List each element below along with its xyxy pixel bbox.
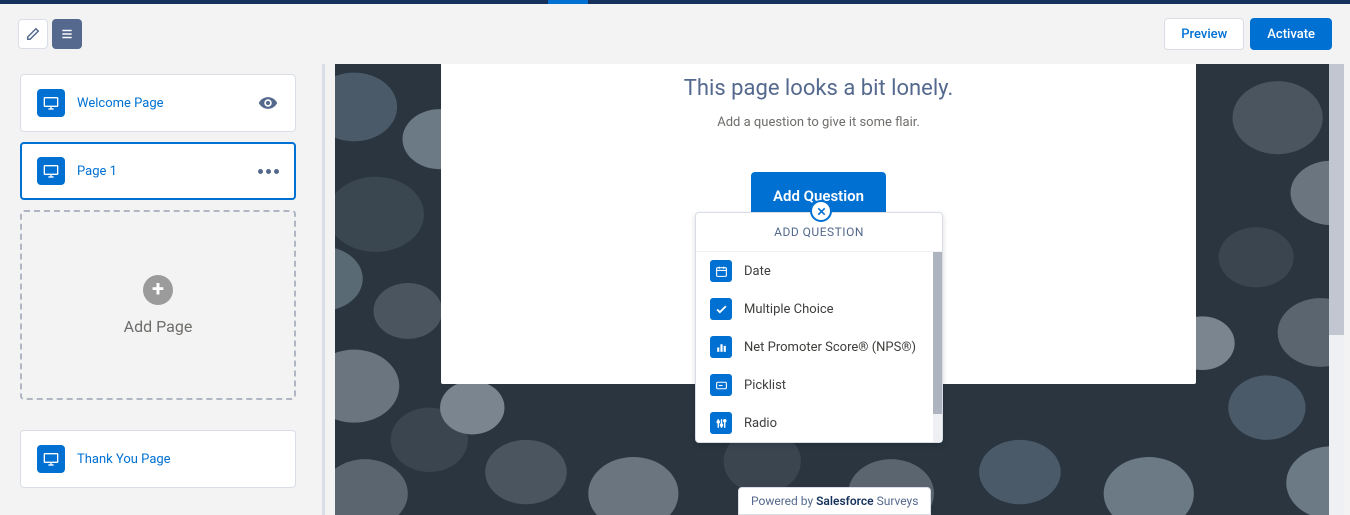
page-label: Page 1 <box>77 164 246 179</box>
popup-body: Date Multiple Choice Net Promoter Score®… <box>696 252 942 442</box>
question-type-label: Multiple Choice <box>744 302 834 317</box>
page-card-page1[interactable]: Page 1 <box>20 142 296 200</box>
page-label: Welcome Page <box>77 96 245 111</box>
question-type-date[interactable]: Date <box>696 252 942 290</box>
question-type-label: Net Promoter Score® (NPS®) <box>744 340 916 355</box>
preview-button[interactable]: Preview <box>1164 18 1244 50</box>
empty-state-title: This page looks a bit lonely. <box>684 76 954 101</box>
page-card-thankyou[interactable]: Thank You Page <box>20 430 296 488</box>
question-type-picklist[interactable]: Picklist <box>696 366 942 404</box>
add-page-label: Add Page <box>124 317 193 336</box>
date-icon <box>710 260 732 282</box>
activate-button[interactable]: Activate <box>1250 18 1332 50</box>
monitor-icon <box>37 89 65 117</box>
main-area: Welcome Page Page 1 + Add Page Thank You… <box>0 64 1350 515</box>
question-type-label: Date <box>744 264 771 279</box>
powered-by-badge: Powered by Salesforce Surveys <box>738 487 931 515</box>
question-type-label: Radio <box>744 416 777 431</box>
view-mode-toggle <box>18 19 82 49</box>
visibility-icon[interactable] <box>257 92 279 114</box>
plus-icon: + <box>143 275 173 305</box>
pencil-icon <box>26 27 40 41</box>
monitor-icon <box>37 445 65 473</box>
canvas-scrollbar[interactable] <box>1329 64 1344 515</box>
monitor-icon <box>37 157 65 185</box>
add-question-popup: ADD QUESTION Date Multiple Choice <box>695 212 943 443</box>
canvas: This page looks a bit lonely. Add a ques… <box>335 64 1329 515</box>
question-type-radio[interactable]: Radio <box>696 404 942 442</box>
edit-mode-button[interactable] <box>18 19 48 49</box>
list-icon <box>60 27 74 41</box>
question-type-label: Picklist <box>744 378 786 393</box>
page-sidebar: Welcome Page Page 1 + Add Page Thank You… <box>0 64 310 515</box>
top-bar-accent <box>548 0 588 4</box>
popup-scrollbar[interactable] <box>933 252 942 442</box>
list-mode-button[interactable] <box>52 19 82 49</box>
more-actions-icon[interactable] <box>258 169 279 174</box>
question-type-multiple-choice[interactable]: Multiple Choice <box>696 290 942 328</box>
header-toolbar: Preview Activate <box>0 4 1350 64</box>
page-label: Thank You Page <box>77 452 279 467</box>
sliders-icon <box>710 412 732 434</box>
close-icon <box>816 206 827 217</box>
bar-chart-icon <box>710 336 732 358</box>
add-page-button[interactable]: + Add Page <box>20 210 296 400</box>
check-icon <box>710 298 732 320</box>
empty-state-subtitle: Add a question to give it some flair. <box>717 115 920 130</box>
canvas-container: This page looks a bit lonely. Add a ques… <box>322 64 1344 515</box>
popup-close-button[interactable] <box>810 200 832 222</box>
page-card-welcome[interactable]: Welcome Page <box>20 74 296 132</box>
picklist-icon <box>710 374 732 396</box>
top-bar <box>0 0 1350 4</box>
question-type-nps[interactable]: Net Promoter Score® (NPS®) <box>696 328 942 366</box>
